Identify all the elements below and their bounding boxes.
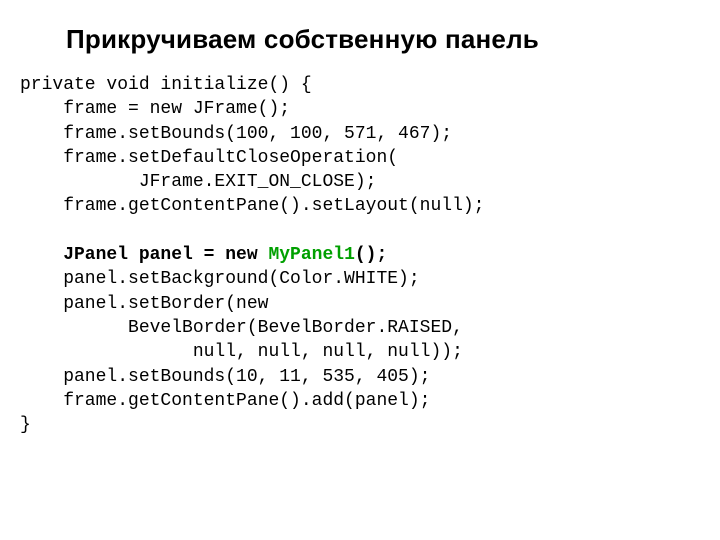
code-line-highlight: JPanel panel = new MyPanel1();	[20, 245, 387, 265]
code-line: }	[20, 415, 31, 435]
code-line: frame.setDefaultCloseOperation(	[20, 148, 398, 168]
code-line: JFrame.EXIT_ON_CLOSE);	[20, 172, 376, 192]
code-block: private void initialize() { frame = new …	[20, 73, 700, 437]
slide: Прикручиваем собственную панель private …	[0, 0, 720, 540]
code-classname: MyPanel1	[268, 245, 354, 265]
code-line: null, null, null, null));	[20, 342, 463, 362]
code-line: frame.getContentPane().add(panel);	[20, 391, 430, 411]
slide-title: Прикручиваем собственную панель	[66, 24, 700, 55]
code-fragment: JPanel panel = new	[20, 245, 268, 265]
code-line: panel.setBorder(new	[20, 294, 268, 314]
code-line: frame.setBounds(100, 100, 571, 467);	[20, 124, 452, 144]
code-line: panel.setBounds(10, 11, 535, 405);	[20, 367, 430, 387]
code-line: frame.getContentPane().setLayout(null);	[20, 196, 484, 216]
code-line: panel.setBackground(Color.WHITE);	[20, 269, 420, 289]
code-line: BevelBorder(BevelBorder.RAISED,	[20, 318, 463, 338]
code-line: frame = new JFrame();	[20, 99, 290, 119]
code-line: private void initialize() {	[20, 75, 312, 95]
code-fragment: ();	[355, 245, 387, 265]
